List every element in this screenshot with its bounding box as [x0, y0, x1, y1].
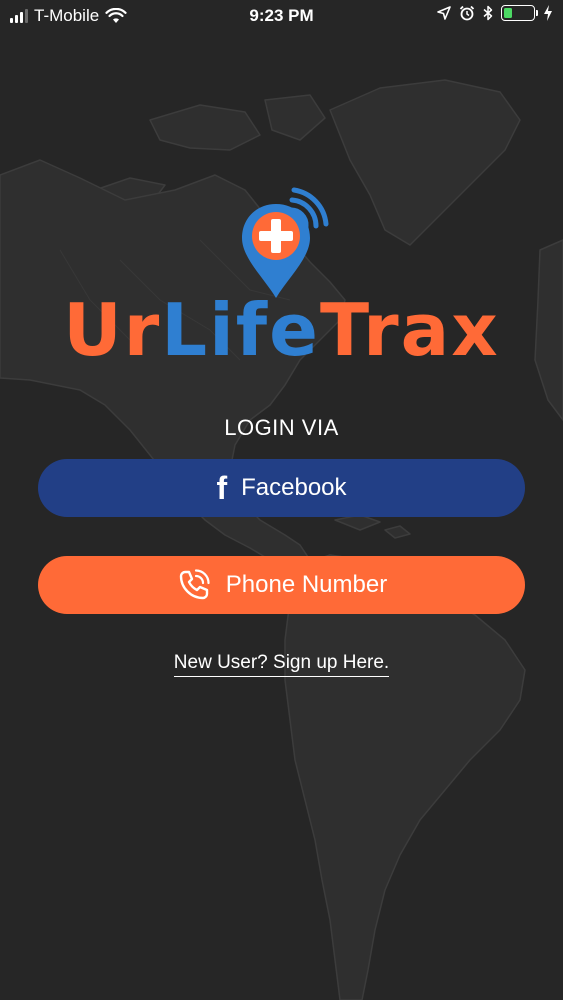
facebook-login-button[interactable]: f Facebook — [38, 459, 525, 517]
signup-link[interactable]: New User? Sign up Here. — [173, 652, 390, 677]
logo-part-trax: Trax — [319, 288, 500, 372]
location-arrow-icon — [437, 6, 451, 20]
phone-icon — [179, 569, 210, 600]
status-bar-right — [437, 5, 553, 21]
facebook-icon: f — [216, 470, 228, 506]
logo-part-life: Life — [161, 288, 320, 372]
alarm-icon — [459, 5, 475, 21]
phone-button-label: Phone Number — [225, 571, 388, 598]
logo-part-ur: Ur — [63, 288, 162, 372]
battery-level — [504, 8, 512, 18]
app-logo-text: UrLifeTrax — [0, 290, 563, 370]
charging-bolt-icon — [544, 5, 552, 21]
phone-login-button[interactable]: Phone Number — [38, 556, 525, 614]
facebook-button-label: Facebook — [241, 474, 347, 501]
login-screen: T-Mobile 9:23 PM UrLifeTrax LOGIN VIA f … — [0, 0, 563, 1000]
login-via-heading: LOGIN VIA — [224, 415, 339, 440]
signup-container: New User? Sign up Here. — [0, 652, 563, 677]
status-bar: T-Mobile 9:23 PM — [0, 0, 563, 32]
bluetooth-icon — [483, 5, 493, 21]
battery-icon — [501, 5, 538, 21]
